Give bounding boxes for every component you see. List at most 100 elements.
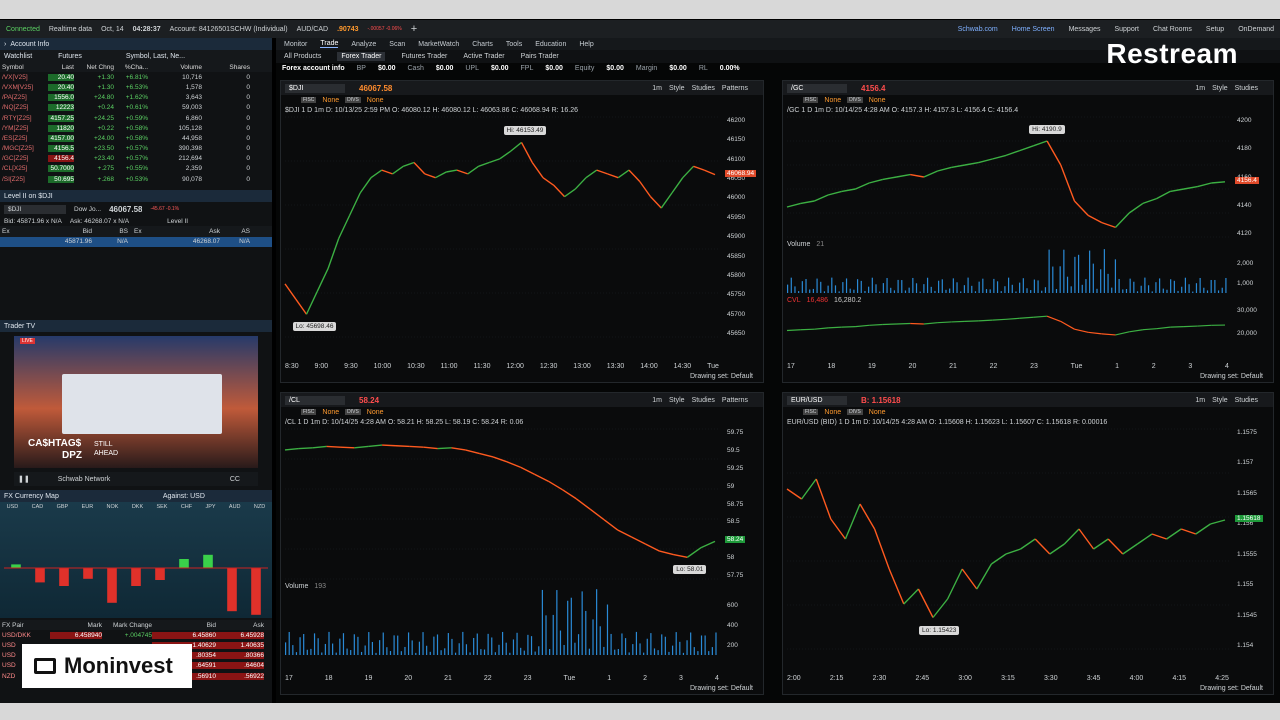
- price-plot[interactable]: [284, 116, 719, 338]
- l2-as-value: N/A: [239, 238, 250, 246]
- bid-label: Bid: 45871.96 x N/A: [4, 217, 62, 225]
- col-symbol[interactable]: Symbol: [0, 64, 48, 71]
- volume-bar: [657, 650, 659, 655]
- trader-tv-header[interactable]: Trader TV: [0, 320, 272, 332]
- watchlist-row[interactable]: /RTY[Z25] 4157.25 +24.25 +0.59% 6,860 0: [0, 113, 272, 123]
- support-link[interactable]: Support: [1114, 26, 1139, 33]
- messages-link[interactable]: Messages: [1069, 26, 1101, 33]
- watchlist-row[interactable]: /GC[Z25] 4156.4 +23.40 +0.57% 212,694 0: [0, 154, 272, 164]
- menu-charts[interactable]: Charts: [472, 41, 493, 48]
- price-plot[interactable]: [284, 428, 719, 580]
- timeframe-selector[interactable]: 1m: [1195, 397, 1205, 404]
- price-plot[interactable]: [786, 116, 1229, 238]
- col-pct[interactable]: %Cha...: [114, 64, 148, 71]
- level2-header[interactable]: Level II on $DJI: [0, 190, 272, 203]
- trader-tv-video[interactable]: CA$HTAG$ DPZ STILL AHEAD LIVE: [14, 336, 258, 468]
- volume-bar: [393, 635, 395, 655]
- volume-bar: [668, 651, 670, 655]
- menu-scan[interactable]: Scan: [389, 41, 405, 48]
- watchlist-header[interactable]: Watchlist Futures Symbol, Last, Ne...: [0, 50, 272, 62]
- level2-symbol-input[interactable]: $DJI: [4, 204, 66, 214]
- studies-button[interactable]: Studies: [1235, 397, 1258, 404]
- tab-forex-trader[interactable]: Forex Trader: [337, 52, 386, 61]
- menu-marketwatch[interactable]: MarketWatch: [418, 41, 459, 48]
- volume-bar: [1089, 250, 1091, 293]
- fx-row[interactable]: USD/DKK 6.458940 +.004745 6.45860 6.45928: [0, 630, 272, 641]
- col-last[interactable]: Last: [48, 64, 74, 71]
- volume-bar: [317, 638, 319, 655]
- menu-monitor[interactable]: Monitor: [284, 41, 307, 48]
- drawing-set-label[interactable]: Drawing set: Default: [1200, 685, 1263, 692]
- chart-symbol-input[interactable]: /CL: [285, 395, 345, 405]
- cc-icon[interactable]: CC: [230, 476, 240, 483]
- watchlist-selector[interactable]: Futures: [58, 53, 82, 60]
- timeframe-selector[interactable]: 1m: [652, 85, 662, 92]
- watchlist-row[interactable]: /VX[V25] 20.40 +1.30 +6.81% 10,716 0: [0, 72, 272, 82]
- volume-bar: [923, 284, 925, 293]
- col-net-chng[interactable]: Net Chng: [74, 64, 114, 71]
- watchlist-row[interactable]: /MGC[Z25] 4156.5 +23.50 +0.57% 390,398 0: [0, 144, 272, 154]
- menu-analyze[interactable]: Analyze: [351, 41, 376, 48]
- menu-education[interactable]: Education: [535, 41, 566, 48]
- account-selector[interactable]: Account: 84126501SCHW (Individual): [170, 26, 288, 33]
- tab-pairs-trader[interactable]: Pairs Trader: [521, 53, 559, 60]
- volume-bar: [1100, 269, 1102, 293]
- timeframe-selector[interactable]: 1m: [652, 397, 662, 404]
- menu-help[interactable]: Help: [579, 41, 593, 48]
- chart-symbol-input[interactable]: /GC: [787, 83, 847, 93]
- home-screen-link[interactable]: Home Screen: [1012, 26, 1055, 33]
- level2-row[interactable]: 45871.96 N/A 46268.07 N/A: [0, 236, 272, 247]
- price-segment: [510, 141, 522, 152]
- watchlist-row[interactable]: /PA[Z25] 1556.0 +24.80 +1.62% 3,643 0: [0, 93, 272, 103]
- equity-value: $0.00: [606, 64, 624, 72]
- style-button[interactable]: Style: [669, 85, 685, 92]
- price-segment: [631, 536, 646, 545]
- ticker-pair[interactable]: AUD/CAD: [297, 26, 329, 33]
- studies-button[interactable]: Studies: [692, 85, 715, 92]
- studies-button[interactable]: Studies: [692, 397, 715, 404]
- style-button[interactable]: Style: [1212, 85, 1228, 92]
- setup-link[interactable]: Setup: [1206, 26, 1224, 33]
- watchlist-row[interactable]: /NQ[Z25] 12223 +0.24 +0.61% 59,003 0: [0, 103, 272, 113]
- volume-bar: [400, 651, 402, 655]
- tab-futures-trader[interactable]: Futures Trader: [401, 53, 447, 60]
- drawing-set-label[interactable]: Drawing set: Default: [690, 685, 753, 692]
- fx-map-header[interactable]: FX Currency Map Against: USD: [0, 490, 272, 502]
- account-info-header[interactable]: › Account Info: [0, 38, 272, 50]
- watchlist-row[interactable]: /SI[Z25] 50.695 +.268 +0.53% 90,078 0: [0, 174, 272, 184]
- price-segment: [1142, 197, 1157, 205]
- chart-symbol-input[interactable]: EUR/USD: [787, 395, 847, 405]
- patterns-button[interactable]: Patterns: [722, 397, 748, 404]
- ondemand-link[interactable]: OnDemand: [1238, 26, 1274, 33]
- col-shares[interactable]: Shares: [202, 64, 250, 71]
- col-volume[interactable]: Volume: [148, 64, 202, 71]
- wl-volume: 390,398: [178, 145, 203, 153]
- watchlist-column-set[interactable]: Symbol, Last, Ne...: [126, 53, 185, 60]
- drawing-set-label[interactable]: Drawing set: Default: [690, 373, 753, 380]
- watchlist-row[interactable]: /CL[X25] 50.7000 +.275 +0.55% 2,359 0: [0, 164, 272, 174]
- pause-icon[interactable]: ❚❚: [18, 475, 30, 483]
- volume-bar: [1162, 288, 1164, 293]
- price-plot[interactable]: [786, 428, 1229, 650]
- level-ii-label: Level II: [167, 217, 189, 225]
- fx-against-selector[interactable]: Against: USD: [163, 493, 205, 500]
- chart-symbol-input[interactable]: $DJI: [285, 83, 345, 93]
- style-button[interactable]: Style: [669, 397, 685, 404]
- timeframe-selector[interactable]: 1m: [1195, 85, 1205, 92]
- drawing-set-label[interactable]: Drawing set: Default: [1200, 373, 1263, 380]
- add-icon[interactable]: +: [411, 23, 417, 35]
- menu-tools[interactable]: Tools: [506, 41, 522, 48]
- tab-all-products[interactable]: All Products: [284, 53, 321, 60]
- y-tick: 45700: [727, 310, 746, 318]
- patterns-button[interactable]: Patterns: [722, 85, 748, 92]
- watchlist-row[interactable]: /ES[Z25] 4157.00 +24.00 +0.58% 44,958 0: [0, 133, 272, 143]
- x-tick: 17: [285, 675, 293, 682]
- watchlist-row[interactable]: /YM[Z25] 11820 +0.22 +0.58% 105,128 0: [0, 123, 272, 133]
- menu-trade[interactable]: Trade: [320, 40, 339, 48]
- schwab-link[interactable]: Schwab.com: [958, 26, 998, 33]
- style-button[interactable]: Style: [1212, 397, 1228, 404]
- watchlist-row[interactable]: /VXM[V25] 20.40 +1.30 +6.53% 1,578 0: [0, 82, 272, 92]
- tab-active-trader[interactable]: Active Trader: [463, 53, 504, 60]
- studies-button[interactable]: Studies: [1235, 85, 1258, 92]
- chat-rooms-link[interactable]: Chat Rooms: [1153, 26, 1192, 33]
